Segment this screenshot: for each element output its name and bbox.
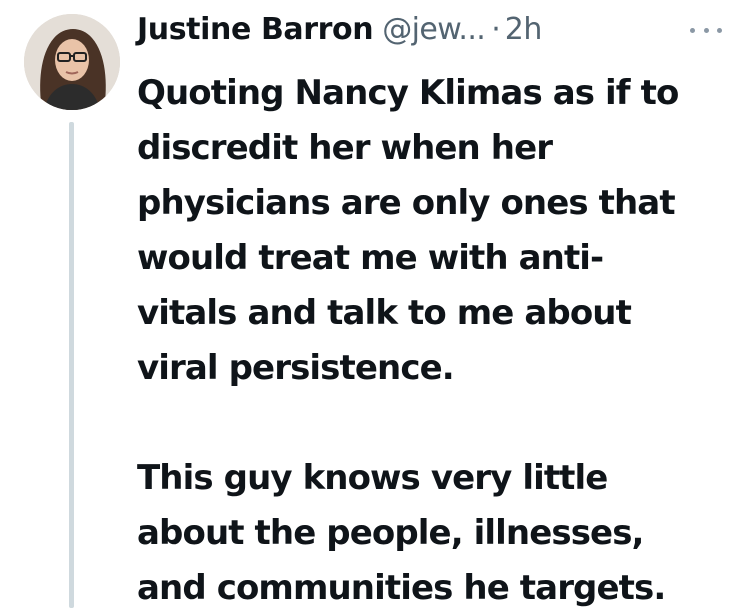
tweet-text-line: discredit her when her [137,128,553,168]
tweet-text-line: This guy knows very little [137,458,608,498]
tweet-text-line: vitals and talk to me about [137,293,632,333]
tweet-header: Justine Barron @jew... · 2h [137,12,542,58]
tweet-text-line: Quoting Nancy Klimas as if to [137,73,679,113]
avatar[interactable] [24,14,120,110]
tweet-text-line: about the people, illnesses, [137,513,644,553]
author-handle[interactable]: @jew... [382,12,486,47]
tweet-text: Quoting Nancy Klimas as if to discredit … [137,66,737,616]
more-options-button[interactable] [690,20,722,40]
more-horizontal-icon [690,27,695,33]
tweet-text-line: would treat me with anti- [137,238,604,278]
separator-dot: · [491,12,501,47]
tweet[interactable]: Justine Barron @jew... · 2h Quoting Nanc… [0,0,750,608]
thread-line [69,122,74,608]
more-horizontal-icon [717,27,722,33]
more-horizontal-icon [703,27,709,33]
tweet-text-line: physicians are only ones that [137,183,676,223]
avatar-photo [24,14,120,110]
timestamp[interactable]: 2h [505,12,543,47]
author-display-name[interactable]: Justine Barron [137,12,374,47]
tweet-text-line: viral persistence. [137,348,455,388]
